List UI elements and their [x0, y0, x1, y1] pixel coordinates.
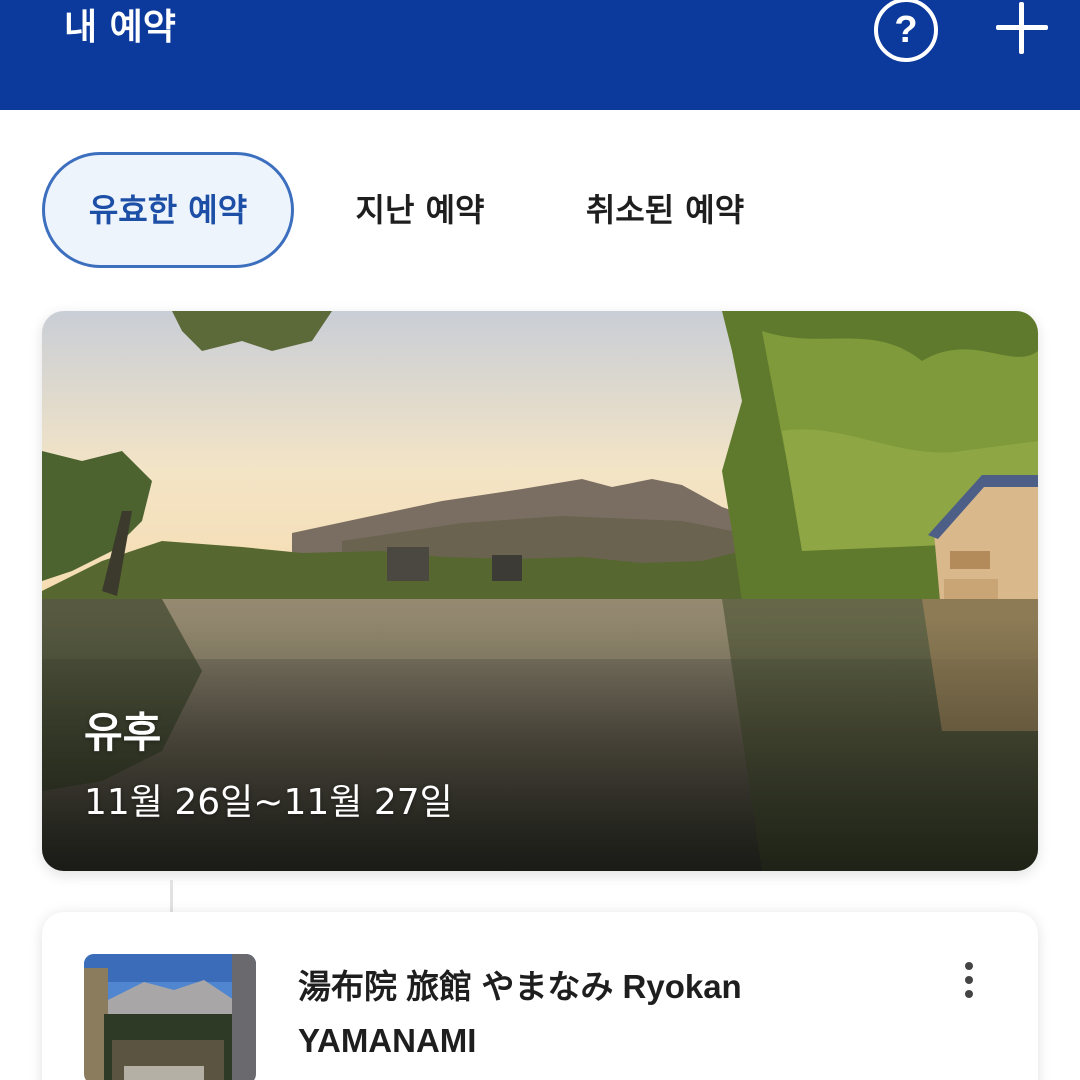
plus-icon-bar-v: [1019, 2, 1024, 54]
timeline-connector: [170, 880, 173, 914]
trip-dates: 11월 26일~11월 27일: [84, 782, 453, 823]
booking-tabs: 유효한 예약 지난 예약 취소된 예약: [0, 152, 1080, 270]
help-circle-icon[interactable]: ?: [874, 0, 938, 62]
trip-destination: 유후: [84, 708, 162, 757]
tab-active-bookings[interactable]: 유효한 예약: [42, 152, 294, 268]
page-title: 내 예약: [64, 7, 176, 48]
hotel-name: 湯布院 旅館 やまなみ Ryokan YAMANAMI: [298, 968, 742, 1059]
trip-card[interactable]: 유후 11월 26일~11월 27일: [42, 311, 1038, 871]
plus-icon[interactable]: [994, 0, 1050, 56]
app-header: 내 예약 ?: [0, 0, 1080, 110]
more-dot: [965, 990, 973, 998]
tab-past-bookings[interactable]: 지난 예약: [330, 152, 510, 268]
tab-cancelled-bookings[interactable]: 취소된 예약: [560, 152, 770, 268]
more-dot: [965, 976, 973, 984]
booking-card[interactable]: 湯布院 旅館 やまなみ Ryokan YAMANAMI: [42, 912, 1038, 1080]
more-dot: [965, 962, 973, 970]
more-vertical-icon[interactable]: [958, 962, 980, 1002]
hotel-thumbnail: [84, 954, 256, 1080]
